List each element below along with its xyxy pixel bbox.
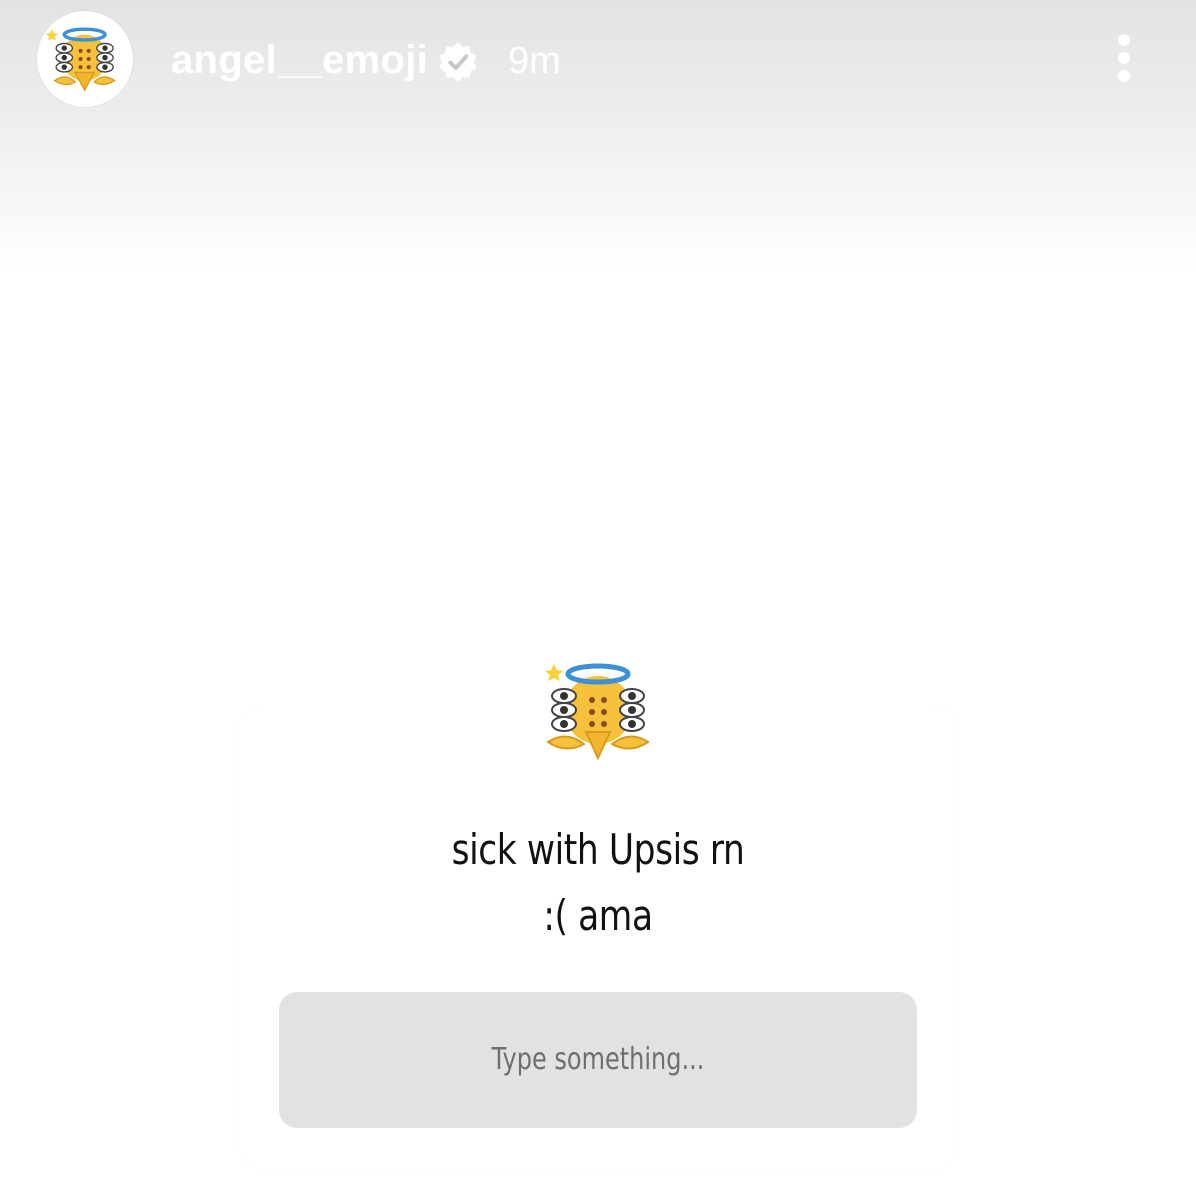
question-prompt-line-1: sick with Upsis rn [451,825,745,874]
more-options-icon [1118,52,1130,64]
question-prompt-line-2: :( ama [543,891,653,940]
more-options-icon [1118,70,1130,82]
angel-emoji-avatar-icon [45,27,116,92]
more-options-icon [1118,34,1130,46]
more-options-button[interactable] [1100,28,1148,88]
post-time: 9m [508,40,561,82]
verified-badge-icon [439,42,477,82]
answer-placeholder: Type something... [491,1042,705,1077]
answer-input[interactable]: Type something... [279,992,917,1128]
question-prompt: sick with Upsis rn :( ama [303,817,893,949]
angel-emoji-icon [545,663,650,761]
profile-avatar[interactable] [37,11,133,107]
username[interactable]: angel__emoji [171,34,428,86]
story-viewer[interactable]: angel__emoji 9m sick with Upsis rn:(am… [0,0,1196,1200]
story-header: angel__emoji 9m [0,0,1196,120]
